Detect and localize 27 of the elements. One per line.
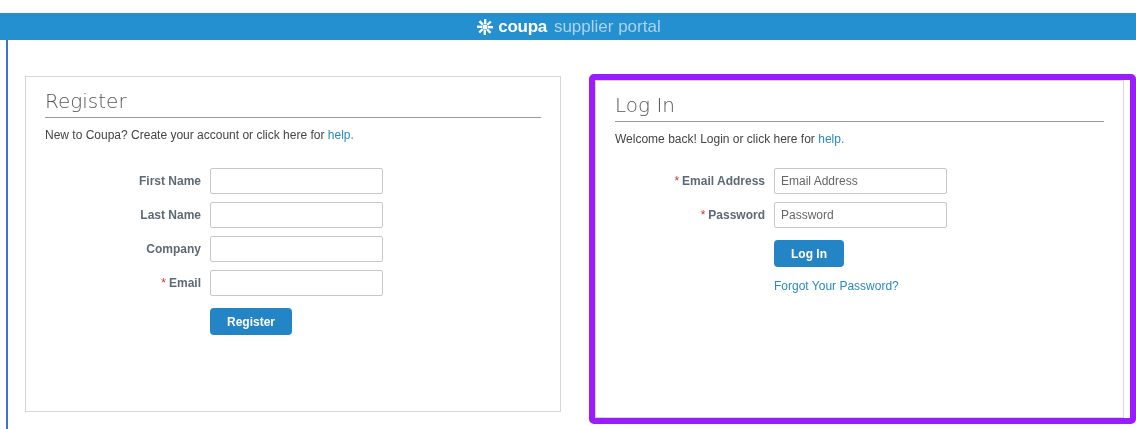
brand-name: coupa xyxy=(498,16,547,37)
input-field[interactable] xyxy=(210,270,383,296)
required-mark: * xyxy=(161,276,166,290)
field-label: Email Address xyxy=(682,174,765,188)
logo-icon xyxy=(475,17,496,36)
required-mark: * xyxy=(700,208,706,222)
input-field[interactable]: Email Address xyxy=(774,168,947,194)
input-field[interactable] xyxy=(210,202,383,228)
forgot-password-link[interactable]: Forgot Your Password? xyxy=(774,279,899,293)
required-mark: * xyxy=(674,174,680,188)
help-link[interactable]: help. xyxy=(818,132,845,146)
input-field[interactable] xyxy=(210,168,383,194)
field-label: Last Name xyxy=(140,208,201,222)
input-field[interactable] xyxy=(210,236,383,262)
field-label: First Name xyxy=(138,174,201,188)
intro-text: New to Coupa? Create your account or click here for help. xyxy=(45,128,355,142)
panel-title: Log In xyxy=(615,93,1104,122)
input-field[interactable]: Password xyxy=(774,202,947,228)
field-label: Company xyxy=(146,242,201,256)
field-label: Email xyxy=(169,276,201,290)
field-label: Password xyxy=(708,208,765,222)
submit-button[interactable]: Log In xyxy=(774,240,844,267)
submit-button[interactable]: Register xyxy=(210,308,293,335)
panel-title: Register xyxy=(45,89,541,118)
intro-text: Welcome back! Login or click here for help. xyxy=(615,132,846,146)
help-link[interactable]: help. xyxy=(327,128,354,142)
product-name: supplier portal xyxy=(553,16,661,37)
